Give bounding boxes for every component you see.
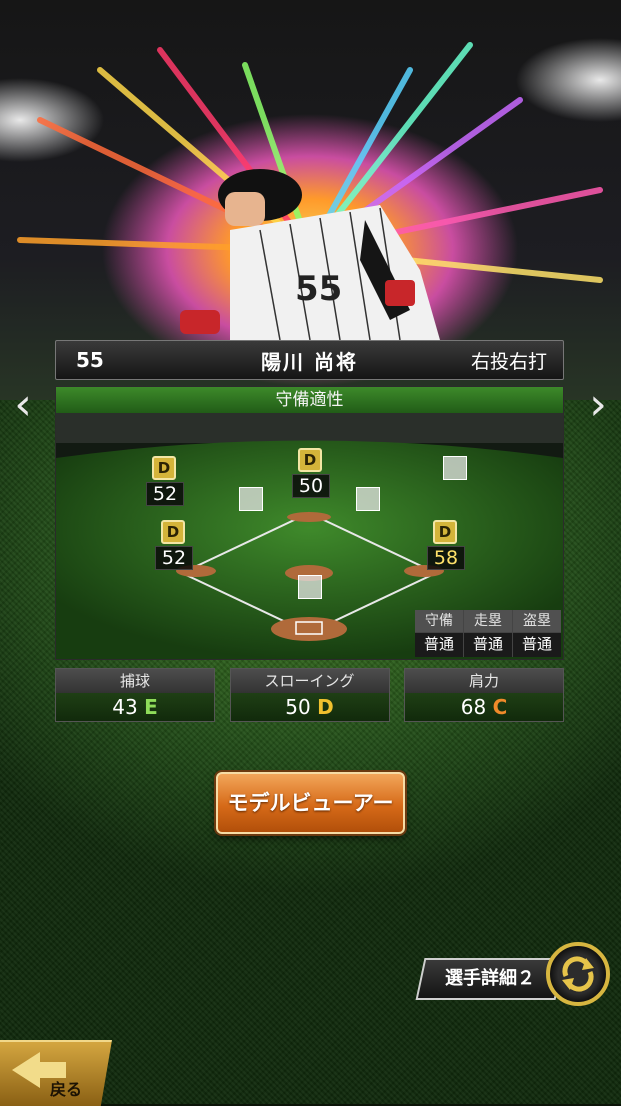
model-viewer-button[interactable]: モデルビューアー — [216, 772, 405, 834]
chevron-left-icon[interactable]: ‹ — [8, 380, 38, 430]
position-value: 52 — [155, 546, 193, 570]
position-value: 50 — [292, 474, 330, 498]
stat-grade: D — [317, 695, 334, 719]
position-grade-badge: D — [161, 520, 185, 544]
run-header: 盗塁 — [513, 610, 561, 632]
stat-value: 43 — [112, 695, 138, 719]
position-center-field[interactable]: D 50 — [290, 448, 330, 498]
stat-catching: 捕球 43 E — [55, 668, 215, 722]
stat-value: 68 — [460, 695, 487, 719]
defense-title: 守備適性 — [56, 387, 563, 413]
swap-arrows-icon[interactable] — [546, 942, 610, 1006]
defense-panel: 守備適性 D 52 D 50 D 52 D 58 守備 走塁 盗塁 普通 普通 … — [55, 386, 564, 660]
fielding-stats: 捕球 43 E スローイング 50 D 肩力 68 C — [55, 668, 564, 724]
run-value: 普通 — [415, 633, 463, 657]
position-value: 52 — [146, 482, 184, 506]
player-detail-label: 選手詳細２ — [445, 968, 535, 989]
svg-text:55: 55 — [295, 269, 342, 309]
position-second-base-empty[interactable] — [356, 487, 380, 511]
back-button[interactable]: 戻る — [0, 1040, 112, 1106]
run-value: 普通 — [464, 633, 512, 657]
position-shortstop-empty[interactable] — [239, 487, 263, 511]
stat-label: スローイング — [230, 669, 389, 693]
position-third-base[interactable]: D 52 — [153, 520, 193, 570]
player-name-bar: 55 陽川 尚将 右投右打 — [55, 340, 564, 380]
stat-label: 捕球 — [56, 669, 214, 693]
position-grade-badge: D — [152, 456, 176, 480]
run-header: 守備 — [415, 610, 463, 632]
swap-arrows-glyph — [562, 956, 594, 992]
position-right-field-empty[interactable] — [443, 456, 467, 480]
position-left-field[interactable]: D 52 — [144, 456, 184, 506]
position-grade-badge: D — [298, 448, 322, 472]
player-detail-button[interactable]: 選手詳細２ — [415, 958, 565, 1000]
stat-label: 肩力 — [405, 669, 563, 693]
chevron-right-icon[interactable]: › — [583, 380, 613, 430]
stat-grade: E — [144, 695, 158, 719]
stat-grade: C — [492, 695, 508, 719]
position-value: 58 — [427, 546, 465, 570]
stat-value: 50 — [285, 695, 311, 719]
stat-arm-strength: 肩力 68 C — [404, 668, 564, 722]
running-stats-table: 守備 走塁 盗塁 普通 普通 普通 — [415, 610, 561, 657]
position-catcher-empty[interactable] — [298, 575, 322, 599]
back-label: 戻る — [50, 1080, 83, 1099]
run-value: 普通 — [513, 633, 561, 657]
handedness: 右投右打 — [470, 350, 547, 373]
run-header: 走塁 — [464, 610, 512, 632]
position-first-base[interactable]: D 58 — [425, 520, 465, 570]
stat-throwing: スローイング 50 D — [229, 668, 390, 722]
position-grade-badge: D — [433, 520, 457, 544]
